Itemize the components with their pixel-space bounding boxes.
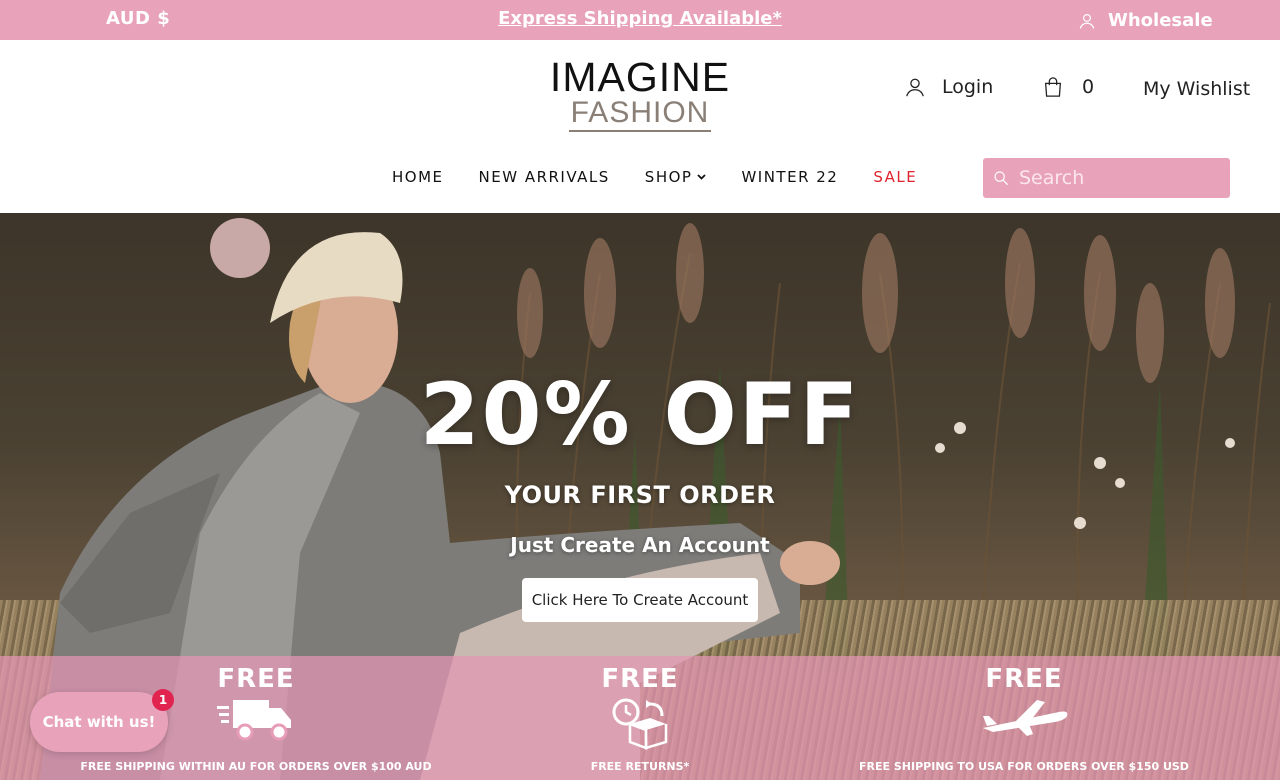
cart-count: 0 bbox=[1082, 76, 1095, 98]
main-nav: HOME NEW ARRIVALS SHOP WINTER 22 SALE bbox=[392, 168, 952, 186]
chat-notification-badge: 1 bbox=[152, 689, 174, 711]
features-strip: FREE FREE SHIPPING WITHIN AU FOR ORDERS … bbox=[0, 656, 1280, 780]
nav-winter-22[interactable]: WINTER 22 bbox=[741, 168, 838, 186]
delivery-truck-icon bbox=[217, 700, 291, 741]
wishlist-link[interactable]: My Wishlist bbox=[1143, 78, 1250, 100]
login-label: Login bbox=[942, 76, 994, 98]
chat-button[interactable]: Chat with us! bbox=[30, 692, 168, 752]
create-account-button[interactable]: Click Here To Create Account bbox=[522, 578, 758, 622]
hero-tagline: Just Create An Account bbox=[510, 533, 770, 557]
shopping-bag-icon bbox=[1044, 77, 1062, 97]
hero-subheadline: YOUR FIRST ORDER bbox=[504, 481, 776, 509]
feature-free-returns: FREE FREE RETURNS* bbox=[460, 664, 820, 773]
feature-free-shipping-usa: FREE FREE SHIPPING TO USA FOR ORDERS OVE… bbox=[844, 664, 1204, 773]
wholesale-link[interactable]: Wholesale bbox=[1078, 10, 1213, 31]
feature-caption: FREE SHIPPING WITHIN AU FOR ORDERS OVER … bbox=[80, 760, 432, 773]
feature-title: FREE bbox=[217, 664, 295, 694]
site-logo[interactable]: IMAGINE FASHION bbox=[540, 56, 740, 132]
logo-line-2: FASHION bbox=[568, 98, 712, 132]
feature-title: FREE bbox=[985, 664, 1063, 694]
wholesale-label: Wholesale bbox=[1108, 10, 1213, 31]
hero-banner[interactable]: 20% OFF YOUR FIRST ORDER Just Create An … bbox=[0, 213, 1280, 780]
logo-line-1: IMAGINE bbox=[549, 54, 731, 100]
chevron-down-icon bbox=[697, 172, 707, 183]
feature-caption: FREE SHIPPING TO USA FOR ORDERS OVER $15… bbox=[859, 760, 1189, 773]
nav-new-arrivals[interactable]: NEW ARRIVALS bbox=[479, 168, 610, 186]
nav-sale[interactable]: SALE bbox=[873, 168, 917, 186]
search-input[interactable] bbox=[1019, 167, 1209, 189]
login-link[interactable]: Login bbox=[904, 76, 993, 98]
announcement-bar: AUD $ Express Shipping Available* Wholes… bbox=[0, 0, 1280, 40]
airplane-icon bbox=[983, 700, 1068, 736]
search-box bbox=[983, 158, 1230, 198]
currency-selector[interactable]: AUD $ bbox=[106, 8, 170, 29]
nav-shop-label: SHOP bbox=[644, 168, 693, 186]
nav-shop[interactable]: SHOP bbox=[645, 168, 707, 186]
search-icon[interactable] bbox=[993, 170, 1009, 186]
nav-home[interactable]: HOME bbox=[392, 168, 444, 186]
returns-box-icon bbox=[612, 698, 668, 750]
cart-link[interactable]: 0 bbox=[1042, 76, 1094, 98]
user-icon bbox=[1079, 13, 1095, 29]
express-shipping-link[interactable]: Express Shipping Available* bbox=[498, 8, 782, 29]
user-icon bbox=[906, 78, 924, 97]
hero-headline: 20% OFF bbox=[419, 365, 861, 465]
feature-caption: FREE RETURNS* bbox=[590, 760, 690, 773]
feature-title: FREE bbox=[601, 664, 679, 694]
